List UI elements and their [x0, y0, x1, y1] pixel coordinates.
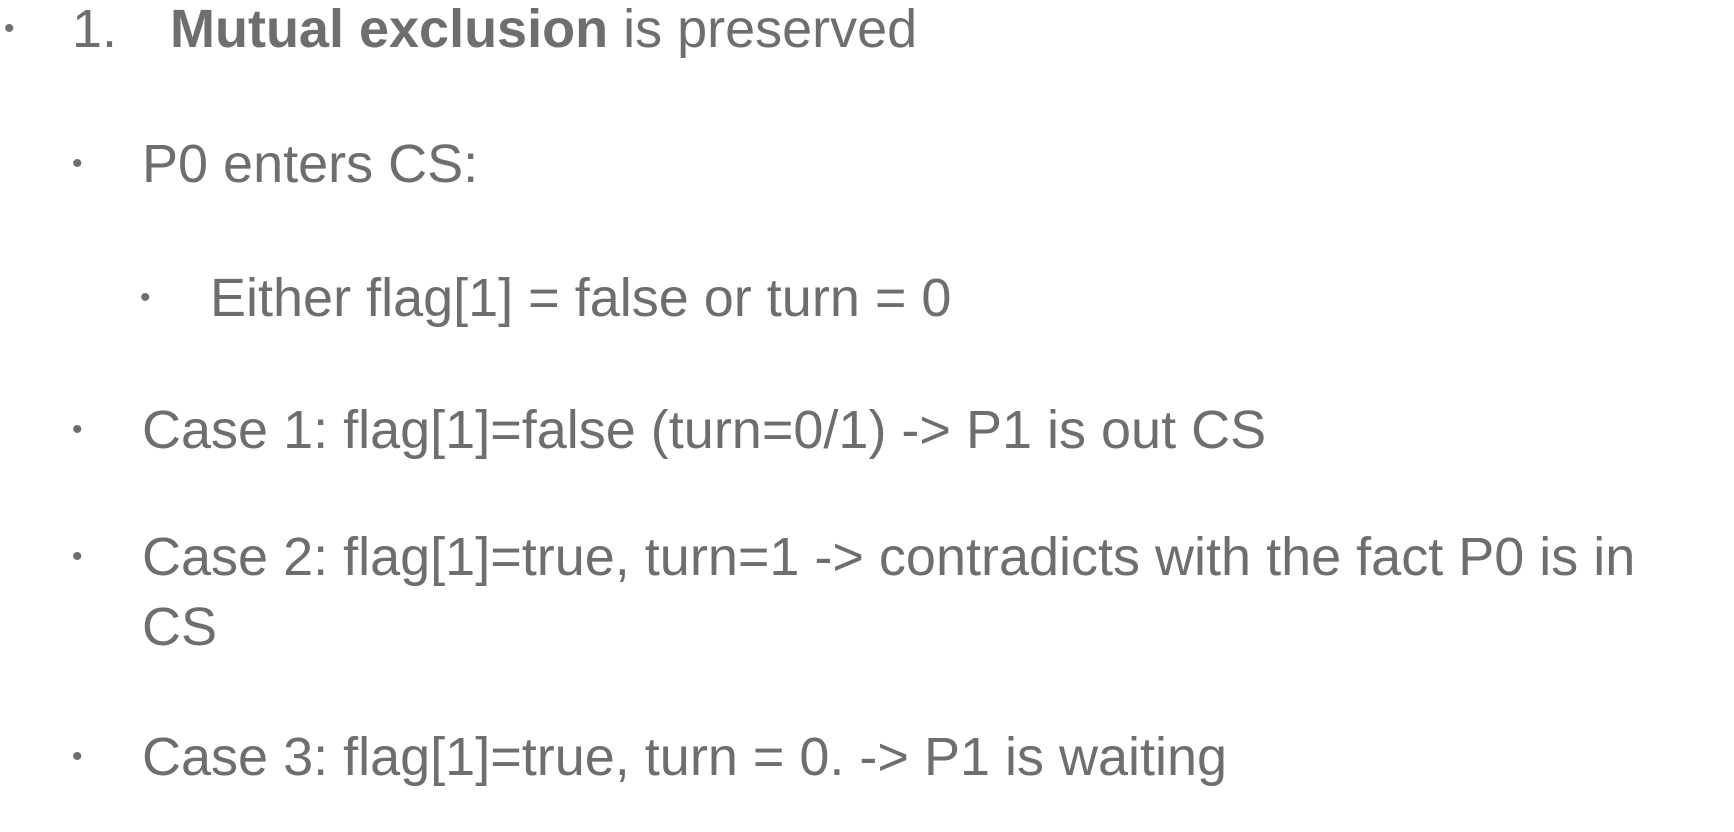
list-item: P0 enters CS: [142, 134, 479, 194]
bullet-dot: • [140, 281, 151, 314]
bullet-dot: • [72, 147, 83, 180]
slide: • 1. Mutual exclusion is preserved • P0 … [0, 0, 1734, 832]
bullet-dot: • [4, 12, 15, 45]
bullet-dot: • [72, 540, 83, 573]
list-item: Case 3: flag[1]=true, turn = 0. -> P1 is… [142, 727, 1228, 787]
list-item: Either flag[1] = false or turn = 0 [210, 268, 952, 328]
bullet-dot: • [72, 413, 83, 446]
list-item: Case 2: flag[1]=true, turn=1 -> contradi… [142, 527, 1636, 657]
item-heading-rest: is preserved [608, 0, 918, 59]
bullet-dot: • [72, 740, 83, 773]
item-number: 1. [72, 0, 118, 59]
list-item: Case 1: flag[1]=false (turn=0/1) -> P1 i… [142, 400, 1267, 460]
item-heading-bold: Mutual exclusion [170, 0, 609, 59]
item-heading: Mutual exclusion is preserved [170, 0, 917, 64]
